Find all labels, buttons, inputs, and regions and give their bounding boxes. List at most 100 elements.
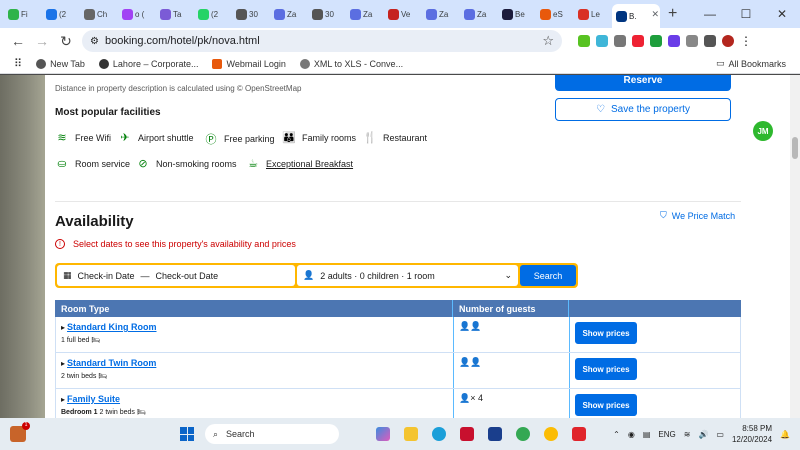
- recorder-avatar[interactable]: JM: [753, 121, 773, 141]
- edge-icon[interactable]: [432, 427, 446, 441]
- browser-tab[interactable]: Be: [498, 3, 536, 25]
- room-cell: Family Suite Bedroom 1 2 twin beds 🛏: [56, 389, 454, 418]
- wifi-icon[interactable]: ≋: [684, 430, 691, 439]
- file-explorer-icon[interactable]: [404, 427, 418, 441]
- tab-label: Ve: [401, 9, 411, 19]
- background-strip: [0, 75, 45, 418]
- action-cell: Show prices: [570, 389, 740, 418]
- wifi-icon: ≋: [57, 132, 67, 144]
- availability-search-bar: ▦ Check-in Date — Check-out Date 👤 2 adu…: [55, 263, 578, 288]
- bookmark-new-tab[interactable]: New Tab: [36, 58, 85, 69]
- tray-app-icon[interactable]: ◉: [628, 430, 635, 439]
- scrollbar-thumb[interactable]: [792, 137, 798, 159]
- browser-tab[interactable]: 30: [232, 3, 270, 25]
- new-tab-button[interactable]: +: [668, 5, 677, 23]
- close-tab-icon[interactable]: ✕: [651, 9, 659, 20]
- extension-icon[interactable]: [614, 35, 626, 47]
- room-name-link[interactable]: Family Suite: [61, 394, 448, 404]
- chrome-icon[interactable]: [544, 427, 558, 441]
- extension-icon[interactable]: [632, 35, 644, 47]
- screen-recorder-icon[interactable]: [572, 427, 586, 441]
- volume-icon[interactable]: 🔊: [698, 430, 708, 439]
- address-bar[interactable]: ⚙ booking.com/hotel/pk/nova.html ☆: [82, 30, 562, 52]
- browser-tab[interactable]: 30: [308, 3, 346, 25]
- date-picker-field[interactable]: ▦ Check-in Date — Check-out Date: [57, 265, 295, 286]
- taskbar-search[interactable]: ⌕ Search: [205, 424, 339, 444]
- maximize-button[interactable]: ☐: [728, 7, 764, 21]
- app-icon[interactable]: [460, 427, 474, 441]
- apps-grid-icon[interactable]: ⠿: [14, 57, 22, 70]
- clock[interactable]: 8:58 PM 12/20/2024: [732, 423, 772, 445]
- extension-icon[interactable]: [578, 35, 590, 47]
- breakfast-link[interactable]: Exceptional Breakfast: [266, 159, 353, 169]
- room-cell: Standard King Room 1 full bed 🛏: [56, 317, 454, 352]
- battery-icon[interactable]: ▭: [716, 430, 724, 439]
- family-icon: 👪: [282, 132, 296, 144]
- download-icon[interactable]: [704, 35, 716, 47]
- tab-booking-active[interactable]: B. ✕: [612, 4, 660, 28]
- tab-favicon-icon: [312, 8, 323, 20]
- facility-non-smoking: ⊘ Non-smoking rooms: [136, 157, 236, 170]
- guests-selector[interactable]: 👤 2 adults · 0 children · 1 room ⌄: [297, 265, 518, 286]
- bookmark-lahore[interactable]: Lahore – Corporate...: [98, 58, 198, 69]
- reload-button[interactable]: ↻: [54, 33, 78, 50]
- browser-tab[interactable]: Ch: [80, 3, 118, 25]
- back-button[interactable]: ←: [6, 33, 30, 49]
- browser-tab[interactable]: Ve: [384, 3, 422, 25]
- extension-icon[interactable]: [668, 35, 680, 47]
- all-bookmarks-button[interactable]: ▭ All Bookmarks: [716, 58, 786, 69]
- tray-app-icon[interactable]: ▤: [643, 430, 651, 439]
- facility-airport-shuttle: ✈ Airport shuttle: [118, 131, 193, 144]
- checkout-label: Check-out Date: [155, 270, 219, 281]
- show-prices-button[interactable]: Show prices: [575, 394, 637, 416]
- forward-button[interactable]: →: [30, 33, 54, 49]
- room-cell: Standard Twin Room 2 twin beds 🛏: [56, 353, 454, 388]
- bookmark-xml-to-xls[interactable]: XML to XLS - Conve...: [299, 58, 403, 69]
- notification-bell-icon[interactable]: 🔔: [780, 430, 790, 439]
- price-match-link[interactable]: ⛉ We Price Match: [660, 210, 735, 221]
- room-name-link[interactable]: Standard Twin Room: [61, 358, 448, 368]
- save-property-button[interactable]: ♡ Save the property: [555, 98, 731, 121]
- chrome-icon[interactable]: [516, 427, 530, 441]
- weather-widget-icon[interactable]: 1: [10, 422, 30, 442]
- browser-tab[interactable]: Fi: [4, 3, 42, 25]
- copilot-icon[interactable]: [376, 427, 390, 441]
- close-window-button[interactable]: ✕: [764, 7, 800, 21]
- start-button[interactable]: [180, 427, 194, 441]
- facility-breakfast[interactable]: ☕ Exceptional Breakfast: [246, 157, 353, 170]
- profile-avatar[interactable]: [722, 35, 734, 47]
- browser-tab[interactable]: (2: [42, 3, 80, 25]
- extensions-puzzle-icon[interactable]: [686, 35, 698, 47]
- table-header: Room Type Number of guests: [55, 300, 741, 317]
- scrollbar[interactable]: [790, 75, 800, 418]
- show-prices-button[interactable]: Show prices: [575, 358, 637, 380]
- section-divider: [55, 201, 741, 202]
- browser-tab[interactable]: Za: [460, 3, 498, 25]
- minimize-button[interactable]: —: [692, 7, 728, 21]
- extension-icon[interactable]: [650, 35, 662, 47]
- language-indicator[interactable]: ENG: [658, 430, 675, 439]
- menu-kebab-icon[interactable]: ⋮: [740, 34, 752, 48]
- reserve-button[interactable]: Reserve: [555, 75, 731, 91]
- show-prices-button[interactable]: Show prices: [575, 322, 637, 344]
- browser-tab[interactable]: Za: [346, 3, 384, 25]
- browser-tab[interactable]: eS: [536, 3, 574, 25]
- tab-favicon-icon: [236, 8, 247, 20]
- room-name-link[interactable]: Standard King Room: [61, 322, 448, 332]
- browser-tab[interactable]: Za: [422, 3, 460, 25]
- facility-family-rooms: 👪 Family rooms: [282, 131, 356, 144]
- chevron-up-icon[interactable]: ⌃: [613, 430, 620, 439]
- bookmark-star-icon[interactable]: ☆: [542, 33, 554, 49]
- person-icon: 👤: [303, 270, 315, 280]
- app-icon[interactable]: [488, 427, 502, 441]
- search-button[interactable]: Search: [520, 265, 576, 286]
- browser-tab[interactable]: o (: [118, 3, 156, 25]
- extension-icon[interactable]: [596, 35, 608, 47]
- facility-label: Free Wifi: [75, 132, 111, 143]
- site-info-icon[interactable]: ⚙: [90, 36, 99, 47]
- bookmark-webmail[interactable]: Webmail Login: [212, 58, 286, 69]
- browser-tab[interactable]: Za: [270, 3, 308, 25]
- browser-tab[interactable]: Ta: [156, 3, 194, 25]
- browser-tab[interactable]: (2: [194, 3, 232, 25]
- browser-tab[interactable]: Le: [574, 3, 612, 25]
